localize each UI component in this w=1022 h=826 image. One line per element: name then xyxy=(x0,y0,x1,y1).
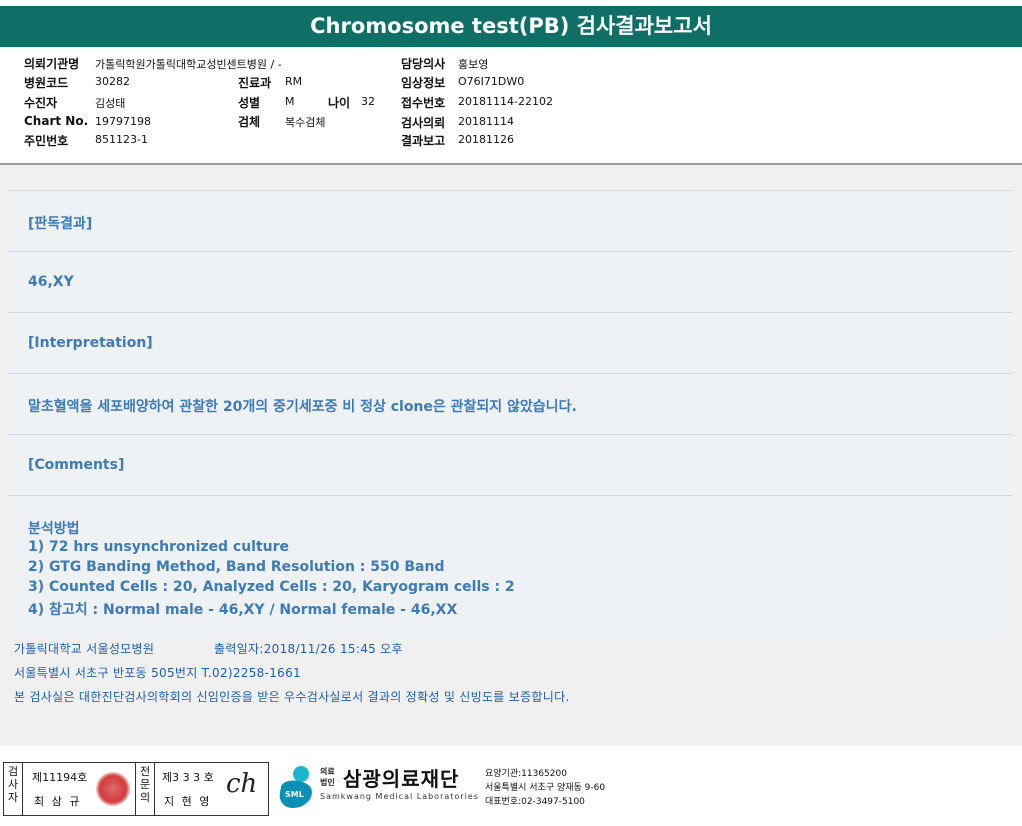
logo-text: SML xyxy=(285,790,304,799)
interpretation-row: 말초혈액을 세포배양하여 관찰한 20개의 중기세포중 비 정상 clone은 … xyxy=(8,374,1012,435)
specialist-label-cell: 전문의 xyxy=(135,763,155,815)
comments-heading-row: [Comments] xyxy=(8,435,1012,496)
patient-header: 의뢰기관명 가톨릭학원가톨릭대학교성빈센트병원 / - 담당의사 홍보영 병원코… xyxy=(0,47,1022,164)
institution-label: 의뢰기관명 xyxy=(24,57,80,71)
method-section: 분석방법 1) 72 hrs unsynchronized culture 2)… xyxy=(8,496,1012,636)
clinical-info-value: O76I71DW0 xyxy=(458,75,525,88)
seal-stamp-icon xyxy=(96,772,130,806)
handwritten-signature: ch xyxy=(226,769,258,799)
hospital-code-value: 30282 xyxy=(95,75,130,88)
method-line: 2) GTG Banding Method, Band Resolution :… xyxy=(28,559,445,575)
comments-heading: [Comments] xyxy=(28,457,125,473)
method-line: 4) 참고치 : Normal male - 46,XY / Normal fe… xyxy=(28,602,458,618)
tester-name: 최 삼 규 xyxy=(34,795,82,808)
corp-label-1: 의료 xyxy=(320,767,335,776)
results-panel: [판독결과] 46,XY [Interpretation] 말초혈액을 세포배양… xyxy=(8,190,1012,637)
org-logo-block: SML 의료 법인 삼광의료재단 Samkwang Medical Labora… xyxy=(275,762,615,814)
institution-value: 가톨릭학원가톨릭대학교성빈센트병원 / - xyxy=(95,58,282,71)
request-label: 검사의뢰 xyxy=(401,116,446,130)
tester-license-no: 제11194호 xyxy=(32,771,88,784)
specimen-label: 검체 xyxy=(238,115,261,129)
footer-hospital: 가톨릭대학교 서울성모병원 xyxy=(14,642,155,656)
receiver-value: 김성태 xyxy=(95,97,126,110)
sex-value: M xyxy=(285,95,295,108)
interpretation-heading-row: [Interpretation] xyxy=(8,313,1012,374)
karyotype-row: 46,XY xyxy=(8,252,1012,313)
sml-logo-icon: SML xyxy=(275,764,317,810)
interpretation-heading: [Interpretation] xyxy=(28,335,153,351)
footer-print-date: 출력일자:2018/11/26 15:45 오후 xyxy=(214,642,403,656)
method-line: 3) Counted Cells : 20, Analyzed Cells : … xyxy=(28,579,515,595)
karyotype-result: 46,XY xyxy=(28,274,74,290)
method-heading: 분석방법 xyxy=(28,521,80,537)
receipt-label: 접수번호 xyxy=(401,96,446,110)
doctor-label: 담당의사 xyxy=(401,57,446,71)
id-label: 주민번호 xyxy=(24,134,69,148)
tester-label: 검사자 xyxy=(7,765,19,804)
org-code: 요양기관:11365200 xyxy=(485,769,567,779)
receipt-value: 20181114-22102 xyxy=(458,95,553,108)
tester-label-cell: 검사자 xyxy=(4,763,23,815)
chart-no-label: Chart No. xyxy=(24,114,89,128)
sex-label: 성별 xyxy=(238,96,261,110)
org-name-en: Samkwang Medical Laboratories xyxy=(320,792,479,801)
specialist-name: 지 현 영 xyxy=(164,795,212,808)
age-label: 나이 xyxy=(328,96,351,110)
specimen-value: 복수검체 xyxy=(285,116,326,129)
interpretation-text: 말초혈액을 세포배양하여 관찰한 20개의 중기세포중 비 정상 clone은 … xyxy=(28,399,577,415)
signature-box: 검사자 제11194호 최 삼 규 전문의 제3 3 3 호 지 현 영 ch xyxy=(3,762,269,816)
specialist-license-no: 제3 3 3 호 xyxy=(162,771,214,784)
judgement-heading-row: [판독결과] xyxy=(8,191,1012,252)
hospital-code-label: 병원코드 xyxy=(24,76,69,90)
report-title: Chromosome test(PB) 검사결과보고서 xyxy=(0,6,1022,47)
method-line: 1) 72 hrs unsynchronized culture xyxy=(28,539,290,555)
id-value: 851123-1 xyxy=(95,133,148,146)
footer-certification: 본 검사실은 대한진단검사의학회의 신임인증을 받은 우수검사실로서 결과의 정… xyxy=(14,690,570,704)
request-value: 20181114 xyxy=(458,115,514,128)
clinical-info-label: 임상정보 xyxy=(401,76,446,90)
org-phone: 대표번호:02-3497-5100 xyxy=(485,797,585,807)
corp-label-2: 법인 xyxy=(320,778,335,787)
org-address: 서울특별시 서초구 양재동 9-60 xyxy=(485,783,606,793)
dept-label: 진료과 xyxy=(238,76,272,90)
report-date-value: 20181126 xyxy=(458,133,514,146)
specialist-label: 전문의 xyxy=(139,765,151,804)
age-value: 32 xyxy=(361,95,375,108)
receiver-label: 수진자 xyxy=(24,96,58,110)
chart-no-value: 19797198 xyxy=(95,115,151,128)
org-name: 삼광의료재단 xyxy=(343,767,460,791)
report-date-label: 결과보고 xyxy=(401,134,446,148)
dept-value: RM xyxy=(285,75,303,88)
doctor-value: 홍보영 xyxy=(458,58,489,71)
footer-address: 서울특별시 서초구 반포동 505번지 T.02)2258-1661 xyxy=(14,666,301,680)
judgement-heading: [판독결과] xyxy=(28,216,93,232)
